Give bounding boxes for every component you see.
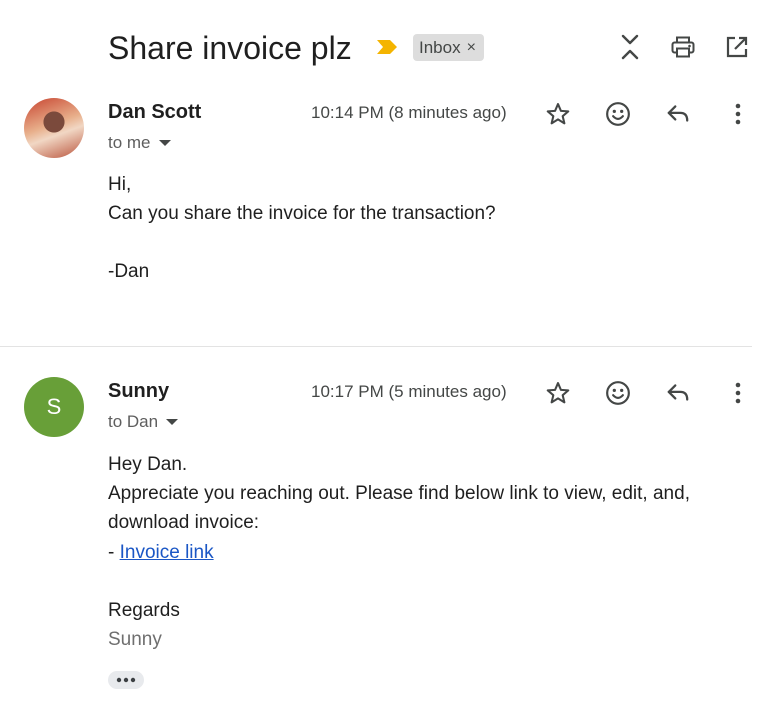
message-signature: Sunny	[108, 629, 162, 650]
add-reaction-button[interactable]	[601, 97, 635, 131]
message-divider	[0, 346, 752, 347]
print-button[interactable]	[667, 31, 699, 63]
sender-name[interactable]: Dan Scott	[108, 101, 201, 124]
label-text: Inbox	[419, 37, 461, 57]
collapse-all-icon	[621, 34, 639, 60]
message-body-line: Can you share the invoice for the transa…	[108, 203, 496, 224]
reply-button[interactable]	[661, 376, 695, 410]
emoji-reaction-icon	[606, 381, 630, 405]
more-options-button[interactable]	[721, 97, 755, 131]
recipient-text: to Dan	[108, 412, 159, 431]
reply-button[interactable]	[661, 97, 695, 131]
star-button[interactable]	[541, 376, 575, 410]
more-options-icon	[735, 382, 741, 404]
star-icon	[546, 382, 570, 404]
message-body-line: download invoice:	[108, 512, 260, 533]
more-options-button[interactable]	[721, 376, 755, 410]
avatar-initial: S	[46, 394, 62, 419]
message-body-line: Hey Dan.	[108, 454, 188, 475]
message-signature: -Dan	[108, 261, 150, 282]
recipient-details-toggle[interactable]: to Dan	[108, 412, 179, 432]
show-trimmed-content-button[interactable]	[108, 671, 144, 689]
recipient-details-toggle[interactable]: to me	[108, 133, 171, 153]
message-timestamp: 10:17 PM (5 minutes ago)	[311, 382, 507, 401]
emoji-reaction-icon	[606, 102, 630, 126]
collapse-all-button[interactable]	[614, 31, 646, 63]
print-icon	[671, 36, 695, 58]
sender-avatar-photo[interactable]	[24, 98, 84, 158]
message-body-line: Appreciate you reaching out. Please find…	[108, 483, 690, 504]
sender-avatar[interactable]: S	[24, 377, 84, 437]
sender-name[interactable]: Sunny	[108, 380, 169, 403]
star-button[interactable]	[541, 97, 575, 131]
importance-marker-icon[interactable]	[376, 39, 398, 55]
thread-subject: Share invoice plz	[108, 30, 352, 66]
caret-down-icon	[166, 419, 179, 425]
ellipsis-icon	[116, 677, 136, 683]
inbox-label-chip: Inbox ×	[413, 34, 484, 61]
message-body-link-line: - Invoice link	[108, 538, 214, 567]
message-timestamp: 10:14 PM (8 minutes ago)	[311, 103, 507, 122]
bullet-dash: -	[108, 542, 120, 563]
caret-down-icon	[158, 140, 171, 146]
more-options-icon	[735, 103, 741, 125]
message-body-line: Hi,	[108, 174, 132, 195]
invoice-link[interactable]: Invoice link	[120, 542, 214, 563]
message-closing: Regards	[108, 600, 180, 621]
open-in-new-window-button[interactable]	[721, 31, 753, 63]
star-icon	[546, 103, 570, 125]
add-reaction-button[interactable]	[601, 376, 635, 410]
reply-icon	[667, 384, 689, 401]
reply-icon	[667, 105, 689, 122]
open-in-new-window-icon	[726, 36, 748, 58]
remove-label-icon[interactable]: ×	[467, 39, 476, 57]
recipient-text: to me	[108, 133, 151, 152]
